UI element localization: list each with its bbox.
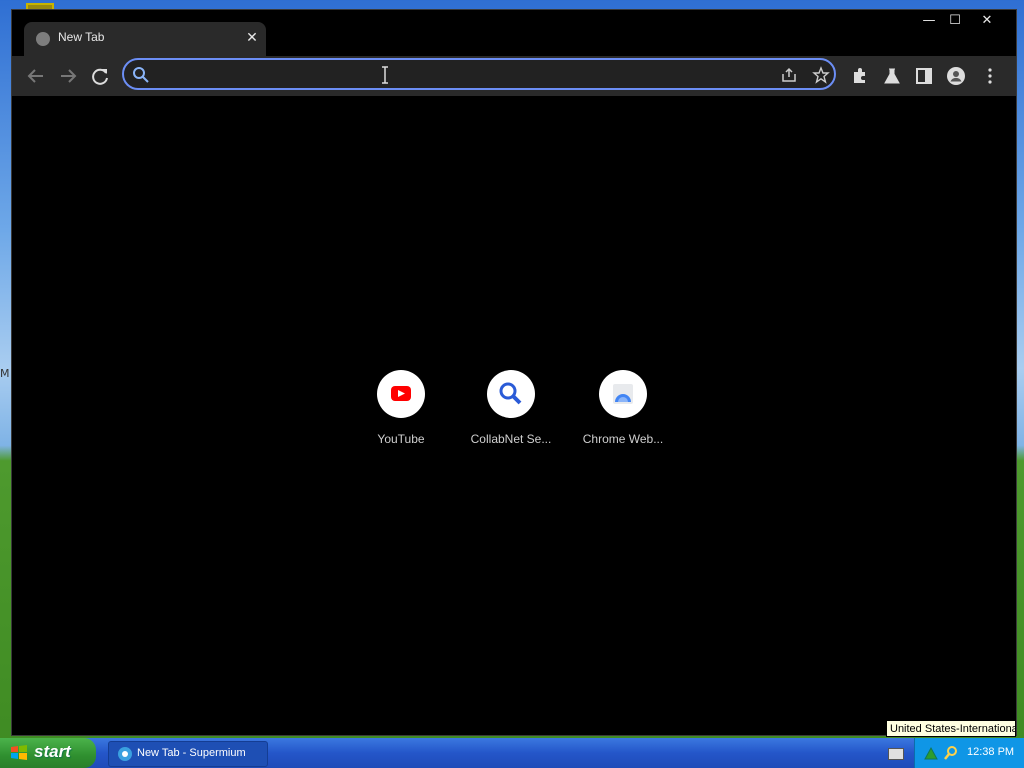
extensions-puzzle-icon[interactable] [850,66,870,86]
shortcut-icon-circle [599,370,647,418]
language-tooltip: United States-International [886,720,1016,737]
browser-window: New Tab ✕ — ☐ ✕ YouTube CollabNet Se... … [11,9,1017,736]
globe-icon [36,32,50,46]
supermium-browser-icon [118,747,132,761]
search-icon[interactable] [943,745,959,761]
keyboard-layout-icon[interactable] [888,748,904,760]
shortcut-icon-circle [377,370,425,418]
tab-new-tab[interactable]: New Tab ✕ [24,22,266,56]
address-bar[interactable] [122,58,836,90]
chrome-web-store-icon [613,384,633,404]
tab-title: New Tab [58,30,105,44]
menu-kebab-icon[interactable] [980,66,1000,86]
search-icon [133,67,149,83]
shortcut-label: Chrome Web... [582,432,664,446]
clock: 12:38 PM [967,746,1015,758]
side-panel-icon[interactable] [914,66,934,86]
title-bar: New Tab ✕ — ☐ ✕ [12,10,1016,56]
back-arrow-icon[interactable] [24,64,48,88]
shortcut-youtube[interactable]: YouTube [351,370,451,456]
labs-flask-icon[interactable] [882,66,902,86]
maximize-button[interactable]: ☐ [942,12,968,30]
address-input[interactable] [158,64,762,88]
toolbar [12,56,1016,96]
start-label: start [34,742,71,761]
desktop-edge-text: M [0,367,10,380]
shortcut-collabnet[interactable]: CollabNet Se... [461,370,561,456]
shortcut-label: CollabNet Se... [470,432,552,446]
shortcut-icon-circle [487,370,535,418]
forward-arrow-icon[interactable] [56,64,80,88]
minimize-button[interactable]: — [916,12,942,30]
close-window-button[interactable]: ✕ [974,12,1000,30]
network-icon[interactable] [923,745,939,761]
shortcut-label: YouTube [377,432,425,446]
tab-close-button[interactable]: ✕ [242,28,262,48]
text-cursor-icon [382,66,388,84]
bookmark-star-icon[interactable] [812,66,830,84]
start-button[interactable]: start [0,738,96,768]
search-icon [499,382,522,405]
windows-flag-icon [11,745,27,760]
profile-avatar-icon[interactable] [946,66,966,86]
taskbar-item-supermium[interactable]: New Tab - Supermium [108,741,268,767]
system-tray: 12:38 PM [914,738,1024,768]
youtube-icon [391,386,411,401]
reload-icon[interactable] [88,64,112,88]
taskbar-item-label: New Tab - Supermium [137,747,246,759]
share-icon[interactable] [780,66,798,84]
taskbar: start New Tab - Supermium 12:38 PM [0,738,1024,768]
shortcut-chrome-web-store[interactable]: Chrome Web... [573,370,673,456]
